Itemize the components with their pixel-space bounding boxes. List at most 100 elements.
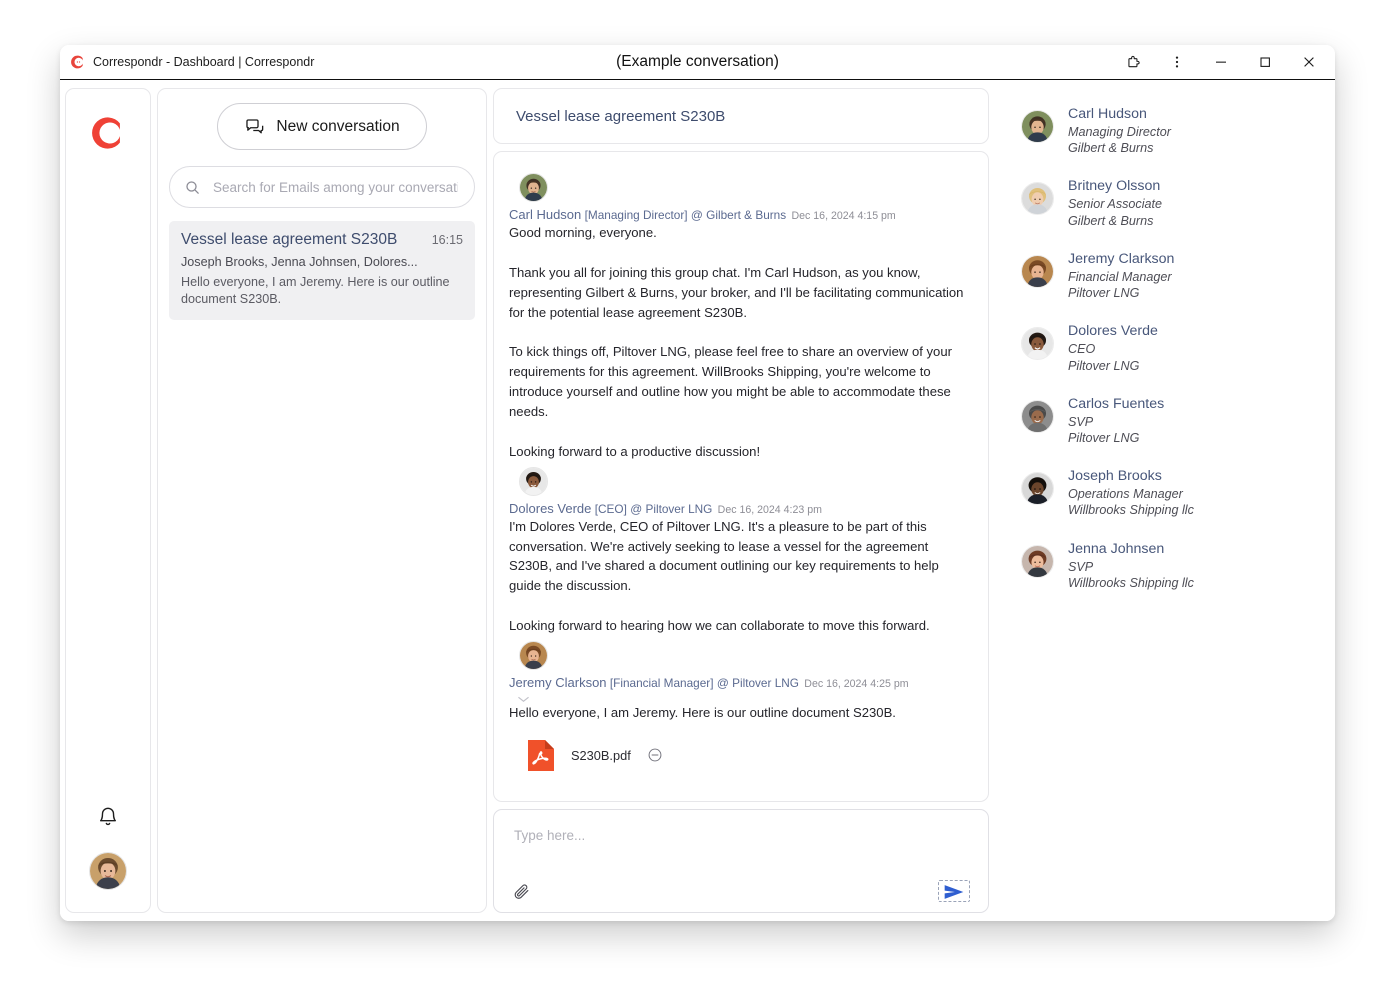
list-item[interactable]: Vessel lease agreement S230B 16:15 Josep… xyxy=(169,221,475,321)
message: Dolores Verde [CEO] @ Piltover LNG Dec 1… xyxy=(509,466,973,636)
participant-role: Managing Director xyxy=(1068,124,1171,139)
list-item[interactable]: Carlos Fuentes SVP Piltover LNG xyxy=(1021,396,1313,446)
send-button[interactable] xyxy=(938,880,970,902)
participant-org: Willbrooks Shipping llc xyxy=(1068,503,1194,518)
bell-icon[interactable] xyxy=(95,804,121,830)
participant-name: Carlos Fuentes xyxy=(1068,395,1165,412)
list-item[interactable]: Jenna Johnsen SVP Willbrooks Shipping ll… xyxy=(1021,541,1313,591)
avatar xyxy=(1021,110,1054,143)
message-sender: Dolores Verde xyxy=(509,500,592,516)
avatar xyxy=(519,173,548,202)
composer-toolbar xyxy=(512,880,970,902)
message-org: @ Piltover LNG xyxy=(630,501,713,516)
avatar xyxy=(519,466,548,496)
message-header: Carl Hudson [Managing Director] @ Gilber… xyxy=(509,207,973,222)
chat-bubbles-icon xyxy=(244,116,265,137)
send-paper-plane-icon xyxy=(943,885,965,903)
pdf-file-icon xyxy=(527,739,555,772)
search-icon xyxy=(184,179,201,196)
correspondr-logo-icon xyxy=(91,116,125,150)
avatar xyxy=(1021,327,1054,361)
avatar xyxy=(1021,544,1054,578)
thread-column: Vessel lease agreement S230B Carl Hudson… xyxy=(493,88,989,913)
message-timestamp: Dec 16, 2024 4:23 pm xyxy=(717,503,822,516)
left-navigation-rail xyxy=(65,88,151,913)
message-header: Jeremy Clarkson [Financial Manager] @ Pi… xyxy=(509,675,973,690)
participant-name: Jenna Johnsen xyxy=(1068,540,1165,557)
search-input[interactable] xyxy=(211,178,460,196)
participant-role: SVP xyxy=(1068,414,1094,429)
list-item[interactable]: Carl Hudson Managing Director Gilbert & … xyxy=(1021,106,1313,156)
new-conversation-button[interactable]: New conversation xyxy=(217,103,427,150)
message-body: Good morning, everyone. Thank you all fo… xyxy=(509,225,964,459)
window-title: Correspondr - Dashboard | Correspondr xyxy=(93,55,315,69)
message-timestamp: Dec 16, 2024 4:25 pm xyxy=(804,678,909,691)
message: Jeremy Clarkson [Financial Manager] @ Pi… xyxy=(509,641,973,772)
message-org: @ Piltover LNG xyxy=(716,676,799,691)
avatar xyxy=(1021,399,1054,433)
participant-role: Financial Manager xyxy=(1068,269,1172,284)
close-icon[interactable] xyxy=(1287,45,1331,79)
participant-role: Senior Associate xyxy=(1068,197,1163,212)
avatar[interactable] xyxy=(89,852,127,890)
participants-panel: Carl Hudson Managing Director Gilbert & … xyxy=(995,88,1329,913)
participant-name: Jeremy Clarkson xyxy=(1068,250,1175,267)
application-window: Correspondr - Dashboard | Correspondr (E… xyxy=(60,45,1335,921)
search-box[interactable] xyxy=(169,166,475,208)
minimize-icon[interactable] xyxy=(1199,45,1243,79)
participant-org: Piltover LNG xyxy=(1068,430,1140,445)
list-item[interactable]: Britney Olsson Senior Associate Gilbert … xyxy=(1021,178,1313,228)
puzzle-piece-icon[interactable] xyxy=(1111,45,1155,79)
message-role: [Financial Manager] xyxy=(609,676,714,691)
list-item[interactable]: Dolores Verde CEO Piltover LNG xyxy=(1021,323,1313,373)
conversation-participants: Joseph Brooks, Jenna Johnsen, Dolores... xyxy=(181,255,418,269)
title-bar: Correspondr - Dashboard | Correspondr (E… xyxy=(60,45,1335,80)
message-body: I'm Dolores Verde, CEO of Piltover LNG. … xyxy=(509,518,939,634)
participant-role: SVP xyxy=(1068,559,1094,574)
attachment-filename: S230B.pdf xyxy=(571,747,631,763)
participant-name: Britney Olsson xyxy=(1068,178,1161,195)
avatar xyxy=(1021,472,1054,506)
participant-name: Carl Hudson xyxy=(1068,106,1147,122)
participant-org: Gilbert & Burns xyxy=(1068,141,1154,156)
new-conversation-label: New conversation xyxy=(276,117,400,135)
participant-role: Operations Manager xyxy=(1068,487,1183,502)
window-body: New conversation Vessel lease agreement … xyxy=(60,80,1335,921)
participant-role: CEO xyxy=(1068,342,1096,357)
thread-header: Vessel lease agreement S230B xyxy=(493,88,989,144)
conversation-preview: Hello everyone, I am Jeremy. Here is our… xyxy=(181,275,450,306)
conversation-list: Vessel lease agreement S230B 16:15 Josep… xyxy=(169,221,475,321)
message-header: Dolores Verde [CEO] @ Piltover LNG Dec 1… xyxy=(509,501,973,516)
three-dot-menu-icon[interactable] xyxy=(1155,45,1199,79)
list-item[interactable]: Joseph Brooks Operations Manager Willbro… xyxy=(1021,468,1313,518)
avatar xyxy=(1021,254,1054,288)
attachment[interactable]: S230B.pdf xyxy=(509,739,973,772)
maximize-icon[interactable] xyxy=(1243,45,1287,79)
message-list: Carl Hudson [Managing Director] @ Gilber… xyxy=(493,151,989,802)
conversations-panel: New conversation Vessel lease agreement … xyxy=(157,88,487,913)
remove-circle-icon[interactable] xyxy=(647,747,663,763)
participant-name: Joseph Brooks xyxy=(1068,468,1162,485)
conversation-row-top: Vessel lease agreement S230B 16:15 xyxy=(181,231,463,249)
conversation-title: Vessel lease agreement S230B xyxy=(181,231,398,248)
correspondr-logo-icon xyxy=(70,54,86,70)
participant-name: Dolores Verde xyxy=(1068,323,1158,340)
message-sender: Jeremy Clarkson xyxy=(509,675,607,691)
chevron-down-icon[interactable] xyxy=(509,691,973,703)
avatar xyxy=(1021,182,1054,216)
paperclip-icon[interactable] xyxy=(512,882,531,901)
participant-org: Gilbert & Burns xyxy=(1068,213,1154,228)
conversation-time: 16:15 xyxy=(431,233,463,247)
rail-bottom-actions xyxy=(89,804,127,890)
message-role: [Managing Director] xyxy=(584,208,688,222)
message-timestamp: Dec 16, 2024 4:15 pm xyxy=(791,210,896,222)
message: Carl Hudson [Managing Director] @ Gilber… xyxy=(509,173,973,462)
message-sender: Carl Hudson xyxy=(509,207,582,222)
page-title: Vessel lease agreement S230B xyxy=(516,107,726,125)
message-body: Hello everyone, I am Jeremy. Here is our… xyxy=(509,705,896,721)
participant-org: Willbrooks Shipping llc xyxy=(1068,575,1194,590)
avatar xyxy=(519,641,548,671)
window-controls xyxy=(1111,45,1331,79)
list-item[interactable]: Jeremy Clarkson Financial Manager Piltov… xyxy=(1021,251,1313,301)
message-input[interactable] xyxy=(512,826,970,848)
